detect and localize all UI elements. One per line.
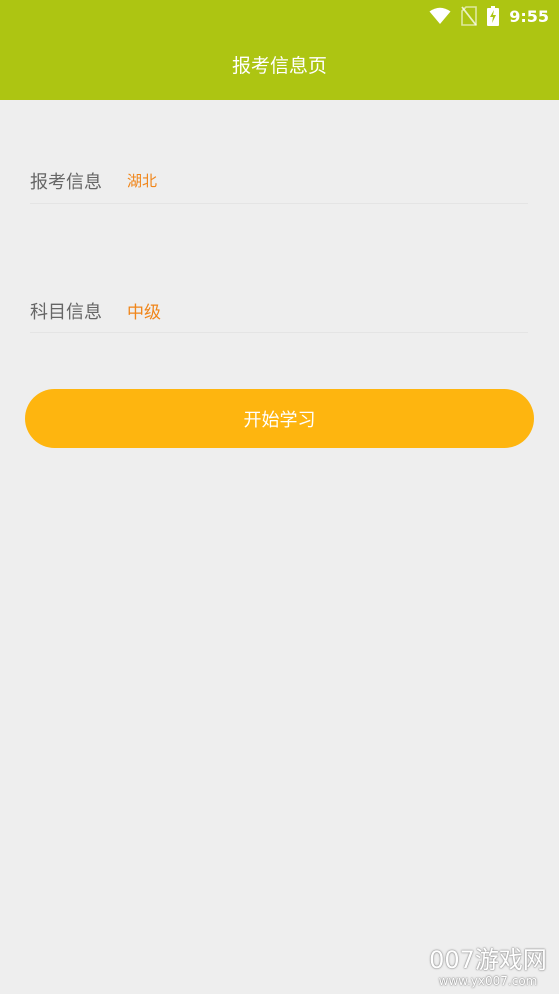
no-sim-icon bbox=[461, 6, 478, 26]
app-header: 9:55 报考信息页 bbox=[0, 0, 559, 100]
start-learning-button[interactable]: 开始学习 bbox=[25, 389, 534, 448]
watermark-url: www.yx007.com bbox=[438, 974, 538, 988]
status-bar: 9:55 bbox=[0, 0, 559, 32]
status-time: 9:55 bbox=[509, 6, 549, 26]
exam-info-row[interactable]: 报考信息 湖北 bbox=[30, 158, 528, 204]
exam-info-value[interactable]: 湖北 bbox=[127, 170, 157, 191]
subject-info-value[interactable]: 中级 bbox=[127, 298, 161, 323]
status-icons: 9:55 bbox=[429, 5, 549, 27]
wifi-icon bbox=[429, 7, 451, 25]
exam-info-label: 报考信息 bbox=[30, 171, 102, 193]
subject-info-row[interactable]: 科目信息 中级 bbox=[30, 289, 528, 333]
subject-info-label: 科目信息 bbox=[30, 301, 102, 323]
page-title: 报考信息页 bbox=[231, 55, 327, 77]
watermark-name: 007游戏网 bbox=[429, 946, 547, 974]
watermark: 007游戏网 www.yx007.com bbox=[423, 946, 553, 988]
battery-charging-icon bbox=[487, 6, 500, 26]
